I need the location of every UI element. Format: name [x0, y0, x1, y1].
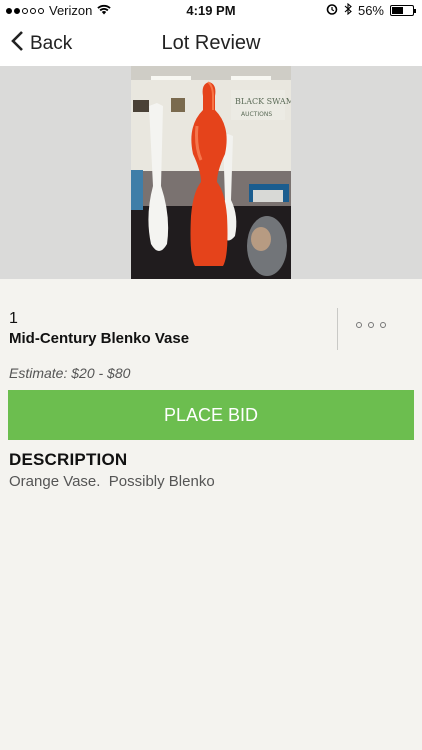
status-bar: Verizon 4:19 PM 56% — [0, 0, 422, 22]
svg-text:BLACK SWAMP: BLACK SWAMP — [235, 97, 291, 106]
battery-percent: 56% — [357, 3, 384, 18]
navigation-bar: Back Lot Review — [0, 22, 422, 66]
bluetooth-icon — [344, 2, 352, 18]
page-title: Lot Review — [161, 32, 261, 54]
lot-photo[interactable]: BLACK SWAMP AUCTIONS — [131, 66, 291, 279]
more-options-button[interactable] — [356, 322, 386, 328]
ellipsis-icon — [356, 322, 362, 328]
vertical-divider — [337, 308, 338, 350]
lot-estimate: Estimate: $20 - $80 — [9, 365, 131, 381]
lot-number: 1 — [9, 310, 18, 327]
lot-title: Mid-Century Blenko Vase — [9, 330, 190, 347]
alarm-icon — [326, 3, 338, 18]
battery-icon — [390, 5, 416, 16]
svg-text:AUCTIONS: AUCTIONS — [241, 111, 272, 118]
status-right: 56% — [326, 2, 416, 18]
description-heading: DESCRIPTION — [9, 450, 128, 469]
description-text: Orange Vase. Possibly Blenko — [9, 473, 215, 490]
lot-photo-area: BLACK SWAMP AUCTIONS — [0, 66, 422, 279]
lot-header: 1 Mid-Century Blenko Vase — [0, 308, 422, 352]
battery-fill — [392, 7, 404, 14]
place-bid-button[interactable]: PLACE BID — [8, 390, 414, 440]
